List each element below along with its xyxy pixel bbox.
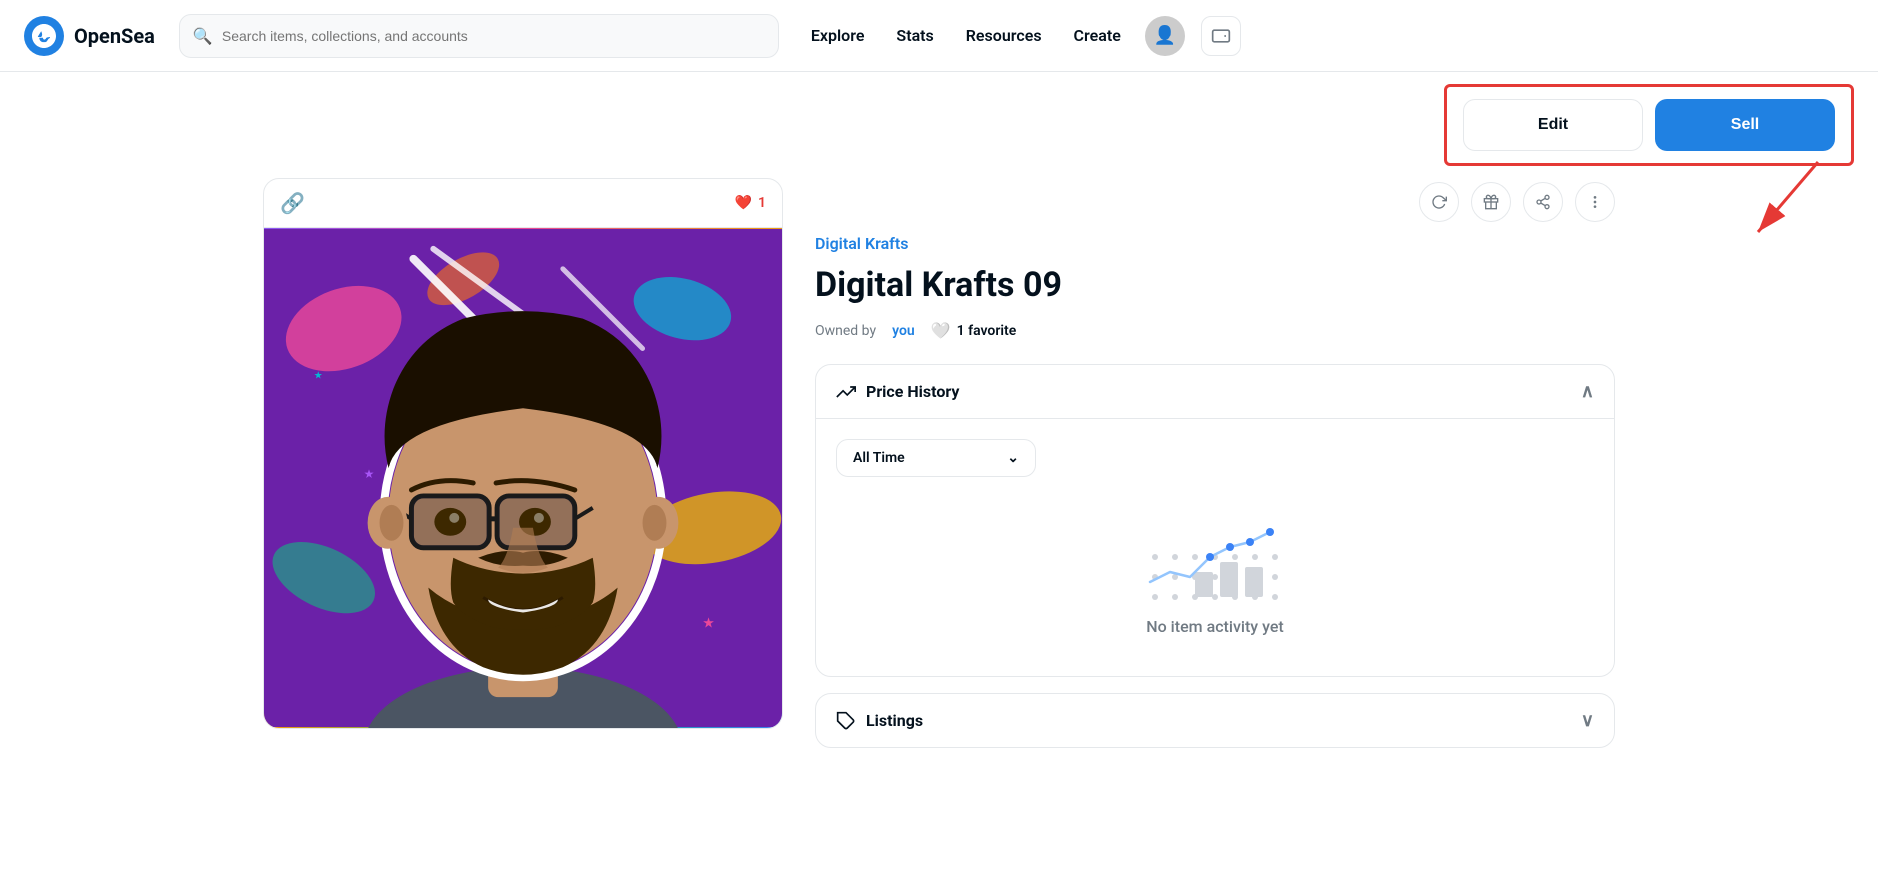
nav-explore[interactable]: Explore [811,26,865,45]
price-history-header-left: Price History [836,382,959,402]
price-history-header[interactable]: Price History ∧ [816,365,1614,418]
heart-icon: ❤️ [735,195,752,211]
gift-icon [1483,194,1499,210]
refresh-button[interactable] [1419,182,1459,222]
nav-create[interactable]: Create [1074,26,1121,45]
refresh-icon [1431,194,1447,210]
price-history-body: All Time ⌄ [816,418,1614,676]
brand-name: OpenSea [74,24,155,48]
edit-button[interactable]: Edit [1463,99,1643,151]
search-input[interactable] [179,14,779,58]
price-history-chevron: ∧ [1581,381,1594,402]
share-icon [1535,194,1551,210]
svg-text:★: ★ [314,370,323,381]
price-history-title: Price History [866,382,959,401]
no-activity-container: No item activity yet [836,497,1594,656]
favorite-area[interactable]: ❤️ 1 [735,195,766,211]
opensea-boat-icon [32,24,56,48]
owned-by-label: Owned by [815,323,876,339]
logo-link[interactable]: OpenSea [24,16,155,56]
wallet-icon [1211,26,1231,46]
favorites-count: 🤍 1 favorite [931,321,1017,340]
listings-chevron: ∨ [1581,710,1594,731]
dropdown-chevron-icon: ⌄ [1007,450,1019,466]
no-activity-text: No item activity yet [1146,617,1283,636]
search-bar: 🔍 [179,14,779,58]
nav-stats[interactable]: Stats [896,26,933,45]
chain-link-icon: 🔗 [280,191,305,215]
share-button[interactable] [1523,182,1563,222]
nft-card-header: 🔗 ❤️ 1 [264,179,782,228]
search-icon: 🔍 [193,26,213,45]
like-count: 1 [758,195,766,211]
listings-header[interactable]: Listings ∨ [816,694,1614,747]
ownership-row: Owned by you 🤍 1 favorite [815,321,1615,340]
listings-title: Listings [866,711,923,730]
svg-text:★: ★ [364,467,375,481]
more-options-button[interactable] [1575,182,1615,222]
sell-button[interactable]: Sell [1655,99,1835,151]
gift-button[interactable] [1471,182,1511,222]
more-icon [1587,194,1603,210]
no-activity-chart [1135,517,1295,617]
action-bar: Edit Sell [1444,84,1854,166]
annotation-arrow [1738,152,1858,272]
listings-section: Listings ∨ [815,693,1615,748]
avatar[interactable]: 👤 [1145,16,1185,56]
nft-card: 🔗 ❤️ 1 ★ ★ [263,178,783,729]
listings-icon [836,711,856,731]
nav-resources[interactable]: Resources [966,26,1042,45]
wallet-icon-button[interactable] [1201,16,1241,56]
owner-link[interactable]: you [892,323,915,339]
svg-text:★: ★ [702,615,715,631]
listings-header-left: Listings [836,711,923,731]
time-filter-label: All Time [853,450,905,466]
logo-icon [24,16,64,56]
main-nav: Explore Stats Resources Create [811,26,1121,45]
nft-artwork: ★ ★ ★ ★ [264,228,782,728]
main-content: 🔗 ❤️ 1 ★ ★ [239,178,1639,764]
heart-icon: 🤍 [931,321,951,340]
nft-title: Digital Krafts 09 [815,265,1615,305]
nft-actions-row [815,182,1615,222]
nft-image: ★ ★ ★ ★ [264,228,782,728]
right-panel: Digital Krafts Digital Krafts 09 Owned b… [815,178,1615,764]
navbar-actions: 👤 [1145,16,1241,56]
price-history-icon [836,382,856,402]
navbar: OpenSea 🔍 Explore Stats Resources Create… [0,0,1878,72]
time-filter-dropdown[interactable]: All Time ⌄ [836,439,1036,477]
price-history-section: Price History ∧ All Time ⌄ [815,364,1615,677]
collection-link[interactable]: Digital Krafts [815,234,1615,253]
left-panel: 🔗 ❤️ 1 ★ ★ [263,178,783,764]
favorites-label: 1 favorite [957,323,1017,339]
